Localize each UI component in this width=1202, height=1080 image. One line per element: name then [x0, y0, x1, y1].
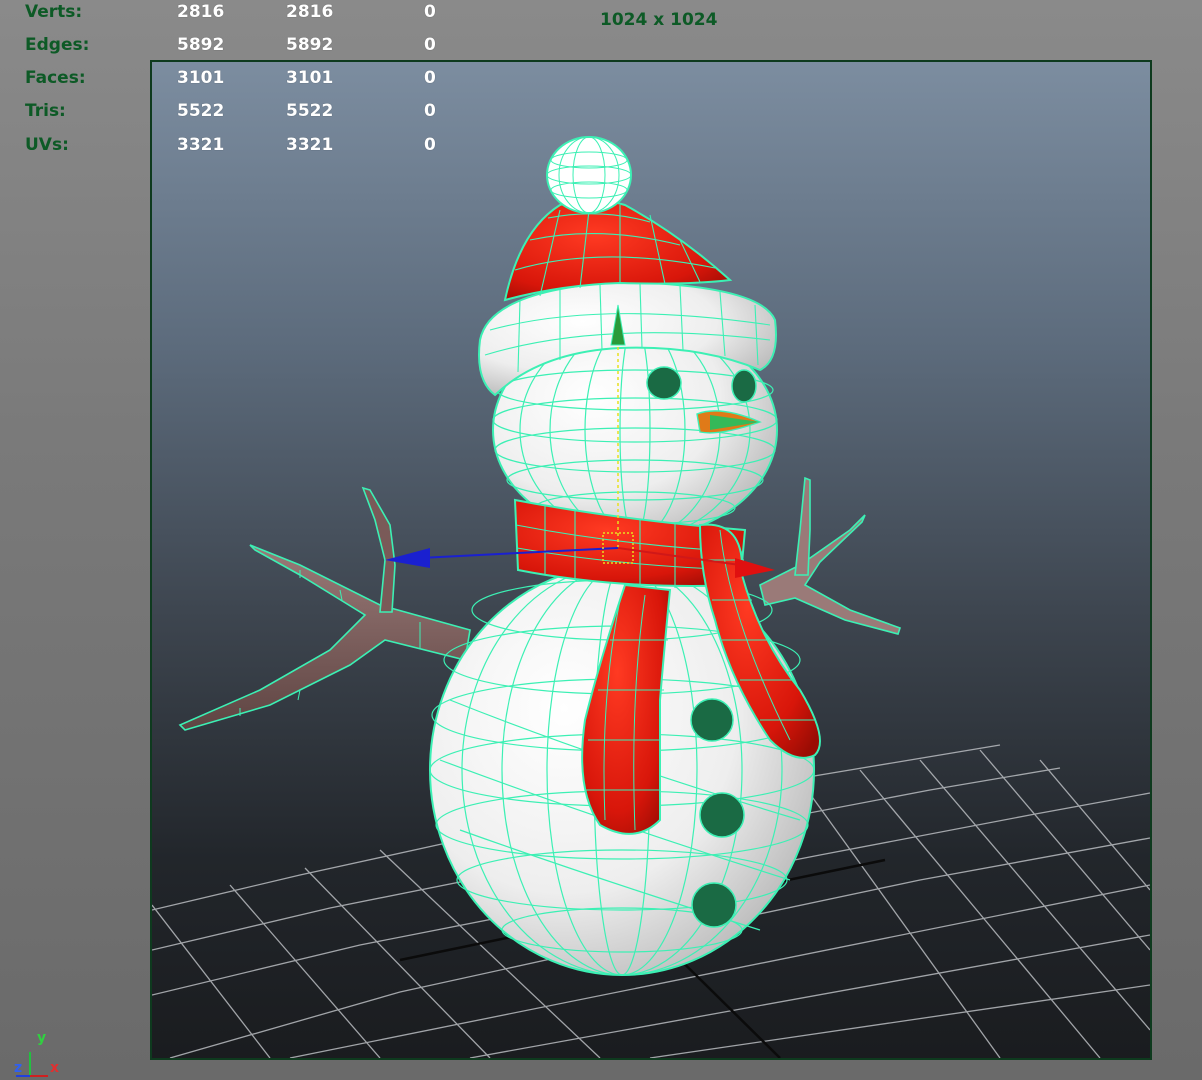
maya-viewport-window: Verts: 2816 2816 0 Edges: 5892 5892 0 Fa… — [0, 0, 1202, 1080]
hud-value-selected: 3101 — [286, 68, 334, 88]
hud-value-object: 2816 — [177, 2, 225, 22]
hud-label: UVs: — [25, 135, 69, 155]
hud-row-uvs: UVs: 3321 3321 0 — [0, 135, 460, 163]
axis-label-z: z — [14, 1060, 23, 1076]
hud-value-object: 3321 — [177, 135, 225, 155]
hud-value-component: 0 — [424, 35, 436, 55]
axis-label-y: y — [37, 1030, 47, 1046]
axis-label-x: x — [50, 1060, 60, 1076]
hud-label: Edges: — [25, 35, 90, 55]
hud-value-object: 5522 — [177, 101, 225, 121]
hud-value-component: 0 — [424, 135, 436, 155]
hud-label: Tris: — [25, 101, 66, 121]
hud-value-object: 5892 — [177, 35, 225, 55]
hud-value-component: 0 — [424, 68, 436, 88]
hud-label: Verts: — [25, 2, 83, 22]
hud-value-component: 0 — [424, 2, 436, 22]
hud-value-component: 0 — [424, 101, 436, 121]
hud-row-faces: Faces: 3101 3101 0 — [0, 68, 460, 96]
hud-value-object: 3101 — [177, 68, 225, 88]
hud-label: Faces: — [25, 68, 86, 88]
hud-row-edges: Edges: 5892 5892 0 — [0, 35, 460, 63]
hud-row-tris: Tris: 5522 5522 0 — [0, 101, 460, 129]
hud-value-selected: 5892 — [286, 35, 334, 55]
resolution-gate[interactable] — [150, 60, 1152, 1060]
hud-value-selected: 2816 — [286, 2, 334, 22]
hud-row-verts: Verts: 2816 2816 0 — [0, 2, 460, 30]
resolution-gate-label: 1024 x 1024 — [600, 10, 718, 30]
hud-value-selected: 3321 — [286, 135, 334, 155]
view-axis-gizmo: y z x — [8, 1030, 68, 1080]
hud-value-selected: 5522 — [286, 101, 334, 121]
